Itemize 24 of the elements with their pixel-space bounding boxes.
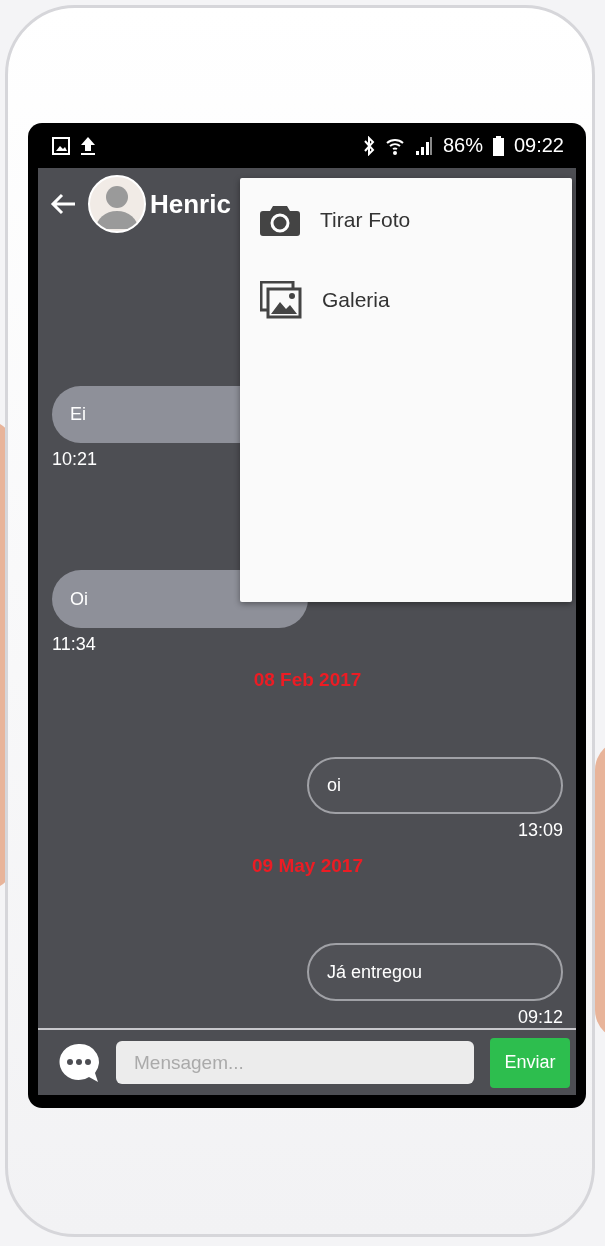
contact-name: Henric [150, 188, 231, 220]
message-time: 13:09 [517, 820, 563, 842]
clock: 09:22 [513, 134, 564, 157]
signal-icon [414, 135, 433, 156]
chat-bubble-icon[interactable] [58, 1041, 100, 1084]
message-input[interactable]: Mensagem... [116, 1041, 474, 1084]
upload-icon [80, 135, 96, 156]
message-time: 11:34 [52, 633, 96, 655]
message-bubble: oi [307, 756, 563, 815]
gallery-icon [260, 281, 302, 319]
date-separator: 09 May 2017 [252, 855, 363, 878]
back-arrow-icon[interactable] [50, 193, 76, 215]
date-separator: 08 Feb 2017 [253, 668, 362, 691]
message-time: 09:12 [517, 1007, 563, 1028]
menu-item[interactable]: Galeria [322, 288, 390, 312]
menu-item[interactable]: Tirar Foto [320, 208, 411, 232]
avatar [88, 175, 146, 233]
camera-icon [260, 204, 300, 236]
message-time: 10:21 [52, 449, 98, 471]
battery-percent: 86% [442, 134, 483, 157]
bluetooth-icon [362, 135, 375, 156]
battery-icon [492, 135, 504, 156]
image-icon [52, 136, 70, 155]
message-bubble: Já entregou [307, 943, 563, 1001]
